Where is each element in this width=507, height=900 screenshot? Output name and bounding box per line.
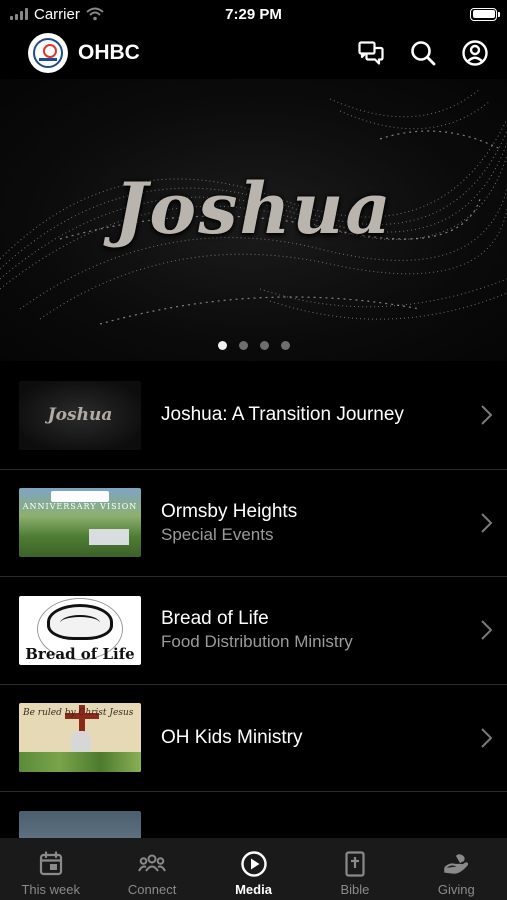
- list-item[interactable]: Be ruled by Christ Jesus OH Kids Ministr…: [0, 685, 507, 792]
- wifi-icon: [86, 7, 104, 21]
- list-item-title: Joshua: A Transition Journey: [161, 404, 404, 426]
- thumbnail-text: Bread of Life: [25, 644, 135, 663]
- media-thumbnail: Joshua: [19, 380, 141, 450]
- status-right: [327, 7, 500, 21]
- tab-bible[interactable]: Bible: [304, 838, 405, 900]
- app-header: OHBC: [0, 30, 507, 76]
- list-item-text: Joshua: A Transition Journey: [161, 403, 467, 427]
- thumbnail-text: Be ruled by Christ Jesus: [23, 708, 134, 719]
- search-icon[interactable]: [409, 39, 437, 67]
- tab-label: Media: [235, 882, 272, 897]
- tab-media[interactable]: Media: [203, 838, 304, 900]
- battery-icon: [470, 7, 500, 21]
- list-item-text: Bread of Life Food Distribution Ministry: [161, 607, 467, 653]
- tab-label: Giving: [437, 882, 475, 897]
- church-logo[interactable]: [28, 33, 68, 73]
- list-item-text: Ormsby Heights Special Events: [161, 500, 467, 546]
- list-item-title: OH Kids Ministry: [161, 726, 303, 748]
- hero-title: Joshua: [114, 167, 393, 250]
- chevron-right-icon: [467, 512, 507, 534]
- list-item-subtitle: Special Events: [161, 524, 274, 544]
- giving-hand-icon: [444, 854, 469, 874]
- play-icon: [240, 851, 267, 877]
- tab-label: Bible: [340, 882, 370, 897]
- status-left: Carrier: [10, 6, 180, 23]
- list-item-title: Bread of Life: [161, 608, 269, 630]
- media-list: Joshua Joshua: A Transition Journey ANNI…: [0, 362, 507, 900]
- carousel-dot[interactable]: [280, 341, 290, 350]
- list-item[interactable]: ANNIVERSARY VISION Ormsby Heights Specia…: [0, 470, 507, 577]
- thumbnail-text: Joshua: [47, 405, 113, 426]
- tab-label: Connect: [127, 882, 177, 897]
- people-icon: [138, 854, 167, 872]
- list-item-text: OH Kids Ministry: [161, 726, 467, 750]
- media-thumbnail: Bread of Life: [19, 595, 141, 665]
- profile-icon[interactable]: [461, 39, 489, 67]
- chevron-right-icon: [467, 727, 507, 749]
- tab-giving[interactable]: Giving: [406, 838, 507, 900]
- app-title: OHBC: [78, 41, 140, 64]
- header-actions: [357, 39, 489, 67]
- list-item[interactable]: Joshua Joshua: A Transition Journey: [0, 362, 507, 470]
- carousel-dot[interactable]: [238, 341, 248, 350]
- calendar-icon: [39, 851, 62, 876]
- media-thumbnail: ANNIVERSARY VISION: [19, 488, 141, 558]
- chat-icon[interactable]: [357, 39, 385, 67]
- tab-label: This week: [21, 882, 80, 897]
- media-thumbnail: Be ruled by Christ Jesus: [19, 703, 141, 773]
- signal-icon: [10, 8, 28, 20]
- chevron-right-icon: [467, 619, 507, 641]
- hero-carousel[interactable]: Joshua: [0, 79, 507, 361]
- carrier-label: Carrier: [34, 5, 80, 23]
- list-item-title: Ormsby Heights: [161, 500, 298, 522]
- list-item[interactable]: Bread of Life Bread of Life Food Distrib…: [0, 577, 507, 685]
- tab-this-week[interactable]: This week: [0, 838, 101, 900]
- tab-bar: This week Connect Media Bible Giving: [0, 838, 507, 900]
- list-item-subtitle: Food Distribution Ministry: [161, 632, 353, 652]
- thumbnail-text: ANNIVERSARY VISION: [22, 502, 138, 512]
- carousel-page-indicator[interactable]: [0, 341, 507, 350]
- carousel-dot[interactable]: [217, 341, 227, 350]
- bible-icon: [345, 851, 365, 877]
- chevron-right-icon: [467, 404, 507, 426]
- status-time: 7:29 PM: [225, 5, 282, 23]
- tab-connect[interactable]: Connect: [101, 838, 202, 900]
- status-bar: Carrier 7:29 PM: [0, 0, 507, 28]
- bread-icon: [47, 603, 113, 640]
- carousel-dot[interactable]: [259, 341, 269, 350]
